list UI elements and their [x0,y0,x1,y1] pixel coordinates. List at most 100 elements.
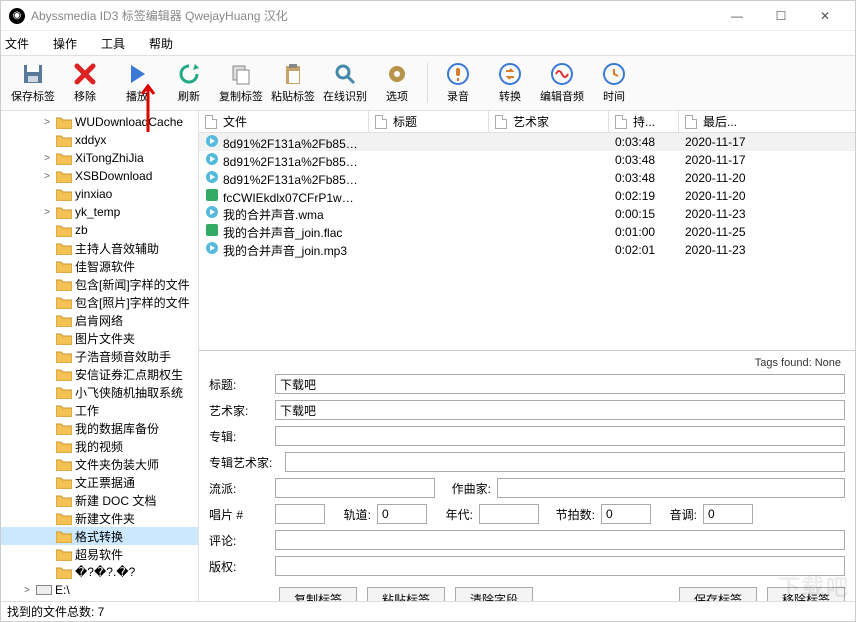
file-row[interactable]: 我的合并声音_join.flac0:01:002020-11-25 [199,223,855,241]
tree-item[interactable]: 文件夹伪装大师 [1,455,198,473]
tree-item[interactable]: >XSBDownload [1,167,198,185]
tree-item[interactable]: 主持人音效辅助 [1,239,198,257]
tree-item[interactable]: 格式转换 [1,527,198,545]
input-copyright[interactable] [275,556,845,576]
input-album[interactable] [275,426,845,446]
tree-label: 格式转换 [75,528,123,545]
tree-item[interactable]: 小飞侠随机抽取系统 [1,383,198,401]
file-row[interactable]: 8d91%2F131a%2Fb854%...0:03:482020-11-20 [199,169,855,187]
tb-record[interactable]: 录音 [432,59,484,107]
folder-icon [56,458,72,471]
menu-file[interactable]: 文件 [5,35,29,52]
input-disc[interactable] [275,504,325,524]
file-row[interactable]: 8d91%2F131a%2Fb854%...0:03:482020-11-17 [199,151,855,169]
tree-label: 我的数据库备份 [75,420,159,437]
tree-item[interactable]: 包含[照片]字样的文件 [1,293,198,311]
btn-clear-fields[interactable]: 清除字段 [455,587,533,601]
input-year[interactable] [479,504,539,524]
col-artist[interactable]: 艺术家 [489,111,609,132]
file-icon [205,134,219,148]
tree-item[interactable]: 我的视频 [1,437,198,455]
tree-item[interactable]: 新建文件夹 [1,509,198,527]
lbl-year: 年代: [433,506,473,523]
folder-icon [56,242,72,255]
expand-toggle[interactable]: > [21,585,33,596]
tb-convert[interactable]: 转换 [484,59,536,107]
file-icon [205,152,219,166]
tb-paste[interactable]: 粘贴标签 [267,59,319,107]
tb-editaudio[interactable]: 编辑音频 [536,59,588,107]
tree-item[interactable]: 子浩音频音效助手 [1,347,198,365]
tree-label: zb [75,223,88,237]
tb-copy[interactable]: 复制标签 [215,59,267,107]
file-list[interactable]: 文件 标题 艺术家 持... 最后... 8d91%2F131a%2Fb854%… [199,111,855,351]
input-composer[interactable] [497,478,845,498]
tree-item[interactable]: 新建 DOC 文档 [1,491,198,509]
expand-toggle[interactable]: > [41,117,53,128]
tree-label: 佳智源软件 [75,258,135,275]
tb-play[interactable]: 播放 [111,59,163,107]
tree-item[interactable]: 超易软件 [1,545,198,563]
tb-options[interactable]: 选项 [371,59,423,107]
input-bpm[interactable] [601,504,651,524]
tb-time[interactable]: 时间 [588,59,640,107]
input-key[interactable] [703,504,753,524]
folder-icon [56,476,72,489]
tree-item[interactable]: 我的数据库备份 [1,419,198,437]
drive-icon [36,585,52,595]
folder-icon [56,404,72,417]
expand-toggle[interactable]: > [41,207,53,218]
input-comment[interactable] [275,530,845,550]
file-row[interactable]: 我的合并声音_join.mp30:02:012020-11-23 [199,241,855,259]
tree-item[interactable]: 启肯网络 [1,311,198,329]
tree-item[interactable]: zb [1,221,198,239]
input-artist[interactable] [275,400,845,420]
input-genre[interactable] [275,478,435,498]
col-date[interactable]: 最后... [679,111,799,132]
lbl-track: 轨道: [331,506,371,523]
file-row[interactable]: fcCWIEkdlx07CFrP1wGk01...0:02:192020-11-… [199,187,855,205]
tb-online[interactable]: 在线识别 [319,59,371,107]
tree-item[interactable]: yinxiao [1,185,198,203]
tree-item[interactable]: 图片文件夹 [1,329,198,347]
input-title[interactable] [275,374,845,394]
btn-copy-tags[interactable]: 复制标签 [279,587,357,601]
btn-save-tags[interactable]: 保存标签 [679,587,757,601]
tb-remove[interactable]: 移除 [59,59,111,107]
tree-label: 我的视频 [75,438,123,455]
tb-refresh[interactable]: 刷新 [163,59,215,107]
menu-tools[interactable]: 工具 [101,35,125,52]
col-duration[interactable]: 持... [609,111,679,132]
tree-item[interactable]: >yk_temp [1,203,198,221]
col-title[interactable]: 标题 [369,111,489,132]
lbl-composer: 作曲家: [441,480,491,497]
btn-paste-tags[interactable]: 粘贴标签 [367,587,445,601]
minimize-button[interactable]: — [715,2,759,30]
input-albumartist[interactable] [285,452,845,472]
tree-item[interactable]: xddyx [1,131,198,149]
tree-item[interactable]: >WUDownloadCache [1,113,198,131]
tb-save[interactable]: 保存标签 [7,59,59,107]
input-track[interactable] [377,504,427,524]
tree-item[interactable]: 包含[新闻]字样的文件 [1,275,198,293]
tree-item[interactable]: 佳智源软件 [1,257,198,275]
folder-tree[interactable]: >WUDownloadCachexddyx > XiTongZhiJia >XSBDo… [1,111,199,601]
expand-toggle[interactable]: > [41,153,53,164]
col-file[interactable]: 文件 [199,111,369,132]
close-button[interactable]: ✕ [803,2,847,30]
file-row[interactable]: 8d91%2F131a%2Fb854%...0:03:482020-11-17 [199,133,855,151]
menu-help[interactable]: 帮助 [149,35,173,52]
tree-label: XiTongZhiJia [75,151,144,165]
tree-item[interactable]: 工作 [1,401,198,419]
menu-ops[interactable]: 操作 [53,35,77,52]
tree-item[interactable]: 文正票据通 [1,473,198,491]
expand-toggle[interactable]: > [41,171,53,182]
tree-item[interactable]: >E:\ [1,581,198,599]
maximize-button[interactable]: ☐ [759,2,803,30]
tree-item[interactable]: 安信证券汇点期权生 [1,365,198,383]
menubar: 文件 操作 工具 帮助 [1,31,855,55]
file-row[interactable]: 我的合并声音.wma0:00:152020-11-23 [199,205,855,223]
btn-remove-tags[interactable]: 移除标签 [767,587,845,601]
tree-item[interactable]: �?�?.�? [1,563,198,581]
tree-item[interactable]: > XiTongZhiJia [1,149,198,167]
